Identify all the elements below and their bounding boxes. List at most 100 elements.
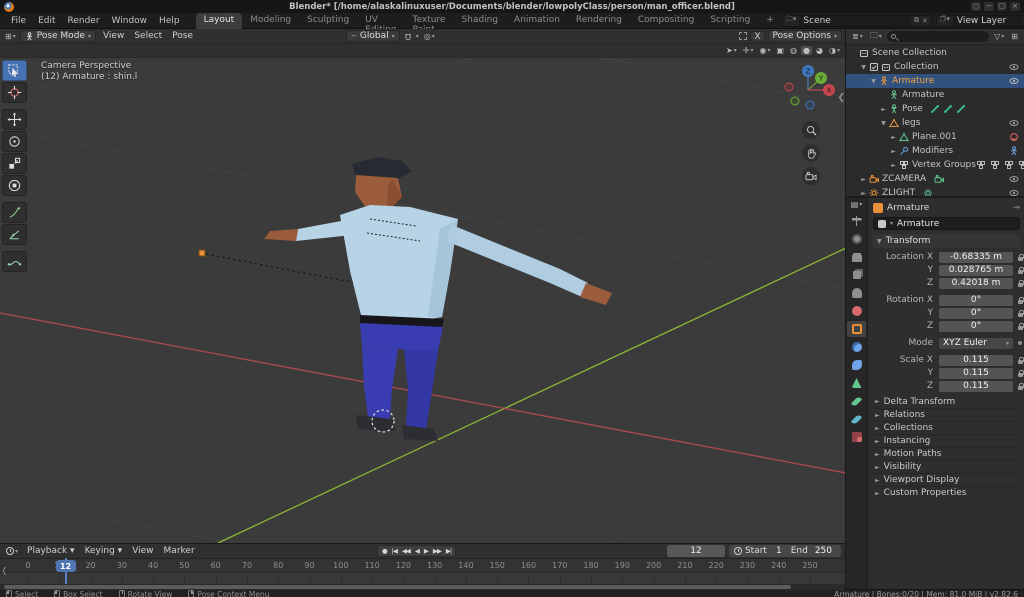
pose-options-dropdown[interactable]: Pose Options ▾	[768, 30, 842, 42]
properties-tab-view-layer[interactable]	[847, 267, 866, 283]
outliner-item-label[interactable]: ZCAMERA	[882, 174, 926, 184]
armature-origin-point[interactable]	[199, 250, 205, 256]
properties-tab-bone-constraint[interactable]	[847, 411, 866, 427]
transform-orientation-dropdown[interactable]: ⌐ Global ▾	[346, 30, 400, 42]
outliner-item-label[interactable]: Scene Collection	[872, 48, 947, 58]
viewport-menu-pose[interactable]: Pose	[167, 31, 198, 41]
z-field[interactable]: 0.42018 m	[939, 278, 1013, 289]
timeline-menu-view[interactable]: View	[127, 546, 158, 556]
record-button[interactable]: ●	[380, 547, 389, 555]
keep-above-button[interactable]: ○	[971, 2, 981, 11]
close-button[interactable]: ×	[1010, 2, 1020, 11]
location-x-field[interactable]: -0.68335 m	[939, 252, 1013, 263]
copy-scene-icon[interactable]: ⧉	[914, 16, 919, 25]
properties-tab-bone[interactable]	[847, 393, 866, 409]
outliner-row-collection[interactable]: ▼Collection	[846, 60, 1024, 74]
workspace-tab-layout[interactable]: Layout	[196, 13, 243, 29]
menu-help[interactable]: Help	[153, 16, 186, 26]
start-frame-field[interactable]: 1	[770, 546, 788, 556]
lock-icon[interactable]	[1017, 267, 1024, 274]
panel-relations[interactable]: ►Relations	[873, 408, 1020, 421]
workspace-tab-shading[interactable]: Shading	[453, 13, 506, 29]
panel-viewport-display[interactable]: ►Viewport Display	[873, 473, 1020, 486]
outliner-filter-icon[interactable]: ▽▾	[992, 32, 1006, 41]
jump-start-button[interactable]: |◀	[390, 547, 399, 555]
view-layer-selector[interactable]: 🗇▾ View Layer ⧉ ✕	[936, 15, 1024, 27]
expander-icon[interactable]: ►	[859, 190, 868, 197]
snap-magnet-icon[interactable]: Ω	[403, 32, 413, 41]
gizmo-x-neg[interactable]	[785, 83, 793, 91]
lock-icon[interactable]	[1017, 383, 1024, 390]
prev-keyframe-button[interactable]: ◀◀	[400, 547, 412, 555]
properties-tab-output[interactable]	[847, 249, 866, 265]
workspace-tab-uv-editing[interactable]: UV Editing	[357, 13, 404, 29]
workspace-tab-modeling[interactable]: Modeling	[242, 13, 299, 29]
snap-dropdown[interactable]: ▾	[416, 33, 419, 40]
timeline-expand-arrow[interactable]: ❬	[1, 566, 8, 575]
add-workspace-button[interactable]: +	[758, 13, 782, 29]
outliner-item-label[interactable]: Collection	[894, 62, 939, 72]
view-layer-icon[interactable]: 🗇▾	[940, 15, 950, 26]
sidebar-collapse-arrow[interactable]: ❮	[837, 93, 845, 103]
outliner-row-modifiers[interactable]: ►Modifiers	[846, 144, 1024, 158]
workspace-tab-scripting[interactable]: Scripting	[702, 13, 758, 29]
object-visibility-icon[interactable]: ➤▾	[724, 46, 739, 55]
z-field[interactable]: 0.115	[939, 381, 1013, 392]
tool-pose-breakdowner[interactable]	[2, 251, 27, 272]
expander-icon[interactable]: ►	[889, 134, 898, 141]
workspace-tab-rendering[interactable]: Rendering	[568, 13, 630, 29]
minimize-button[interactable]: −	[984, 2, 994, 11]
timeline-menu-marker[interactable]: Marker	[159, 546, 200, 556]
z-field[interactable]: 0°	[939, 321, 1013, 332]
outliner-row-scene-collection[interactable]: Scene Collection	[846, 46, 1024, 60]
view-layer-name-field[interactable]: View Layer	[953, 16, 1023, 26]
timeline-menu-playback[interactable]: Playback ▾	[22, 546, 80, 556]
shading-material-icon[interactable]: ◕	[814, 46, 825, 55]
expander-icon[interactable]: ►	[859, 176, 868, 183]
timeline-editor-type-icon[interactable]: ▾	[4, 547, 20, 555]
workspace-tab-sculpting[interactable]: Sculpting	[299, 13, 357, 29]
keying-set-clear-button[interactable]: X	[750, 31, 764, 42]
camera-view-button[interactable]	[802, 167, 820, 185]
keying-set-icon[interactable]	[739, 32, 747, 40]
properties-editor-type-icon[interactable]: ▤▾	[849, 200, 865, 209]
gizmo-y-neg[interactable]	[791, 97, 799, 105]
outliner-row-vertex-groups[interactable]: ►Vertex Groups	[846, 158, 1024, 172]
outliner-item-label[interactable]: legs	[902, 118, 920, 128]
menu-window[interactable]: Window	[106, 16, 154, 26]
outliner-row-plane-001[interactable]: ► Plane.001	[846, 130, 1024, 144]
tool-cursor[interactable]	[2, 82, 27, 103]
gizmo-toggle-icon[interactable]: ✛▾	[741, 46, 756, 55]
lock-icon[interactable]	[1017, 297, 1024, 304]
outliner-display-mode-icon[interactable]: ≣▾	[850, 32, 865, 41]
panel-instancing[interactable]: ►Instancing	[873, 434, 1020, 447]
panel-motion-paths[interactable]: ►Motion Paths	[873, 447, 1020, 460]
lock-icon[interactable]	[1017, 254, 1024, 261]
new-collection-icon[interactable]: ⊞	[1009, 32, 1020, 41]
tool-annotate[interactable]	[2, 202, 27, 223]
play-button[interactable]: ▶	[422, 547, 430, 555]
expander-icon[interactable]: ▼	[879, 120, 888, 127]
panel-collections[interactable]: ►Collections	[873, 421, 1020, 434]
timeline-scrollbar[interactable]	[0, 584, 845, 590]
properties-tab-world[interactable]	[847, 303, 866, 319]
menu-edit[interactable]: Edit	[32, 16, 61, 26]
lock-icon[interactable]	[1017, 280, 1024, 287]
properties-tab-tool[interactable]	[847, 213, 866, 229]
lock-icon[interactable]	[1017, 323, 1024, 330]
proportional-editing-icon[interactable]: ◎▾	[422, 32, 437, 41]
next-keyframe-button[interactable]: ▶▶	[431, 547, 443, 555]
expander-icon[interactable]: ►	[879, 106, 888, 113]
outliner-item-label[interactable]: Plane.001	[912, 132, 957, 142]
shading-rendered-icon[interactable]: ◑▾	[827, 46, 842, 55]
zoom-button[interactable]	[802, 121, 820, 139]
pin-id-icon[interactable]: ⊸	[1012, 203, 1020, 213]
outliner-row-zlight[interactable]: ►ZLIGHT	[846, 186, 1024, 196]
rotation-x-field[interactable]: 0°	[939, 295, 1013, 306]
tool-select-box[interactable]	[2, 60, 27, 81]
outliner-filter-id-icon[interactable]: 🗀▾	[868, 30, 884, 44]
outliner-search-input[interactable]	[887, 31, 989, 42]
gizmo-z-neg[interactable]	[806, 101, 814, 109]
timeline-ruler[interactable]: 0102030405060708090100110120130140150160…	[0, 559, 845, 573]
properties-tab-texture[interactable]	[847, 429, 866, 445]
